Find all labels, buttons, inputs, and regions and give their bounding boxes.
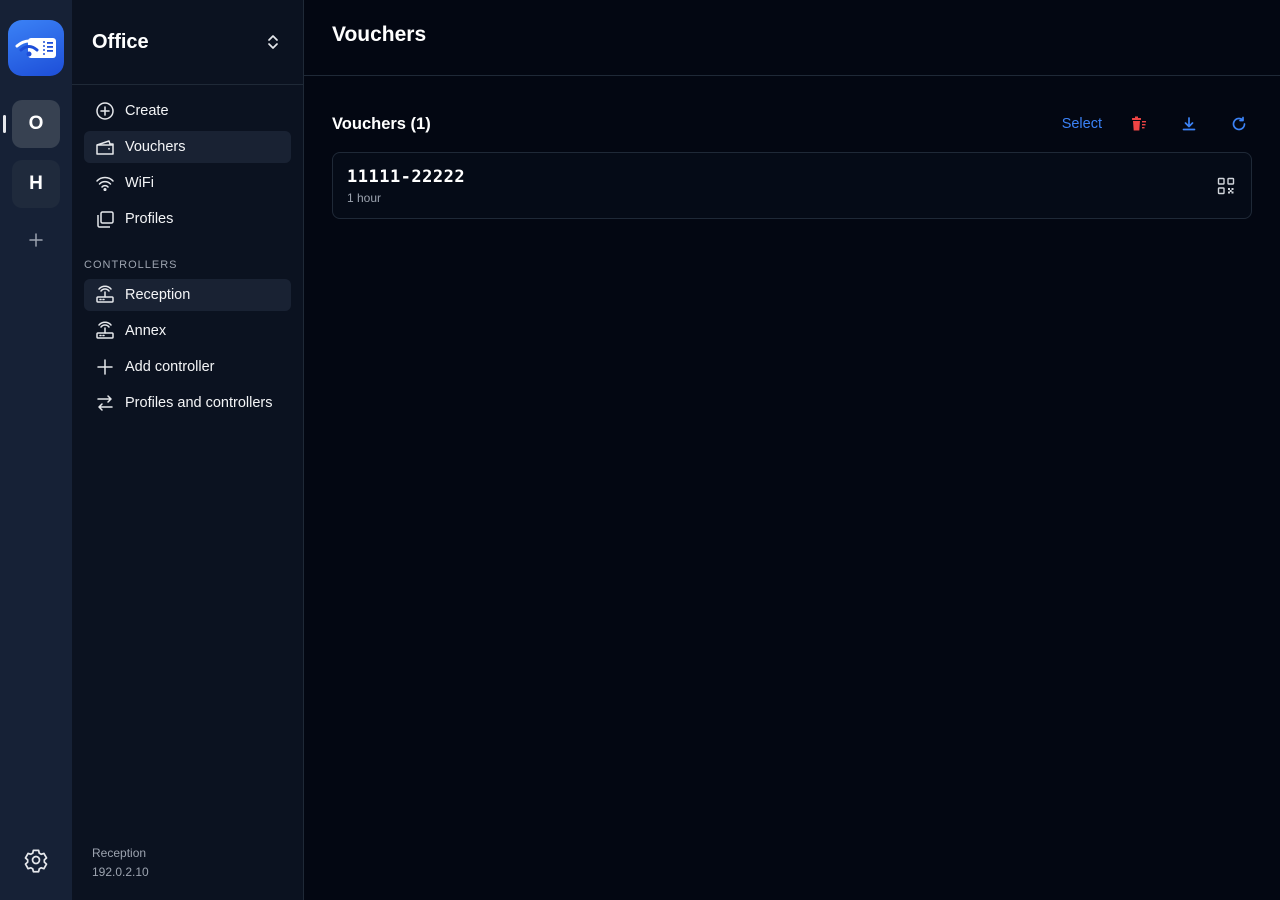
- refresh-icon: [1232, 116, 1246, 131]
- controllers-nav: Reception Annex Add controller Profiles …: [72, 279, 303, 419]
- select-button[interactable]: Select: [1062, 116, 1102, 132]
- active-controller-name: Reception: [92, 846, 147, 860]
- ticket-icon: [94, 136, 116, 158]
- delete-button[interactable]: [1126, 111, 1152, 137]
- active-workspace-indicator: [3, 115, 6, 133]
- page-title: Vouchers: [332, 22, 427, 46]
- show-qr-button[interactable]: [1215, 175, 1237, 197]
- workspace-office[interactable]: O: [12, 100, 60, 148]
- nav-item-create[interactable]: Create: [84, 95, 291, 127]
- nav-item-label: Vouchers: [125, 139, 186, 155]
- nav-item-label: WiFi: [125, 175, 154, 191]
- controller-label: Reception: [125, 287, 191, 303]
- arrows-right-left-icon: [94, 392, 116, 414]
- controller-label: Profiles and controllers: [125, 395, 273, 411]
- add-workspace-button[interactable]: [24, 228, 48, 252]
- profiles-icon: [94, 208, 116, 230]
- nav-item-label: Profiles: [125, 211, 174, 227]
- qr-code-icon: [1217, 177, 1235, 195]
- nav-item-vouchers[interactable]: Vouchers: [84, 131, 291, 163]
- nav-item-profiles[interactable]: Profiles: [84, 203, 291, 235]
- controller-label: Add controller: [125, 359, 215, 375]
- main-header: Vouchers: [304, 0, 1280, 76]
- voucher-card[interactable]: 11111-22222 1 hour: [332, 152, 1252, 219]
- router-icon: [94, 284, 116, 306]
- add-controller-button[interactable]: Add controller: [84, 351, 291, 383]
- chevron-up-down-icon: [268, 35, 278, 49]
- workspace-switcher-button[interactable]: [263, 32, 283, 52]
- active-controller-ip: 192.0.2.10: [92, 865, 149, 879]
- workspace-title: Office: [92, 30, 149, 53]
- trash-icon: [1132, 116, 1146, 131]
- active-controller-info: Reception 192.0.2.10: [92, 844, 149, 882]
- workspace-letter: H: [29, 173, 43, 194]
- sidebar-header: Office: [72, 0, 303, 85]
- router-icon: [94, 320, 116, 342]
- sidebar: Office Create Vouchers WiFi Profiles CON…: [72, 0, 304, 900]
- workspace-letter: O: [28, 113, 44, 134]
- wifi-icon: [94, 172, 116, 194]
- voucher-actions: Select: [1062, 111, 1252, 137]
- plus-icon: [29, 233, 43, 247]
- workspace-rail: O H: [0, 0, 72, 900]
- settings-button[interactable]: [22, 846, 50, 874]
- main-nav: Create Vouchers WiFi Profiles: [72, 85, 303, 235]
- app-root: O H Office Create Vouchers WiFi Profiles…: [0, 0, 1280, 900]
- vouchers-count-title: Vouchers (1): [332, 114, 431, 133]
- voucher-code: 11111-22222: [347, 167, 466, 187]
- plus-circle-icon: [94, 100, 116, 122]
- nav-item-label: Create: [125, 103, 169, 119]
- download-icon: [1182, 117, 1196, 131]
- plus-icon: [94, 356, 116, 378]
- app-logo[interactable]: [8, 20, 64, 76]
- voucher-duration: 1 hour: [347, 191, 382, 205]
- vouchers-section-header: Vouchers (1) Select: [332, 110, 1252, 138]
- controller-item-annex[interactable]: Annex: [84, 315, 291, 347]
- main-content: Vouchers Vouchers (1) Select 11111-22222…: [304, 0, 1280, 900]
- refresh-button[interactable]: [1226, 111, 1252, 137]
- workspace-h[interactable]: H: [12, 160, 60, 208]
- gear-icon: [24, 849, 48, 873]
- controllers-section-label: CONTROLLERS: [84, 259, 178, 271]
- controller-item-reception[interactable]: Reception: [84, 279, 291, 311]
- download-button[interactable]: [1176, 111, 1202, 137]
- controller-label: Annex: [125, 323, 167, 339]
- profiles-and-controllers-link[interactable]: Profiles and controllers: [84, 387, 291, 419]
- wifi-ticket-icon: [15, 38, 56, 58]
- nav-item-wifi[interactable]: WiFi: [84, 167, 291, 199]
